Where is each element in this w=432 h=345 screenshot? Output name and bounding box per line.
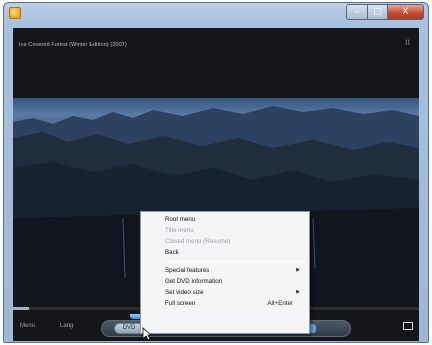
fullscreen-icon[interactable] <box>403 322 413 330</box>
context-menu: Root menu Title menu Closed menu (Resume… <box>140 211 310 334</box>
menu-item-full-screen[interactable]: Full screen Alt+Enter <box>143 298 307 309</box>
language-control-label[interactable]: Lang <box>60 323 73 329</box>
menu-item-label: Root menu <box>165 216 196 223</box>
submenu-arrow-icon: ▶ <box>296 289 300 295</box>
menu-item-shortcut: Alt+Enter <box>267 300 293 307</box>
maximize-button[interactable]: □ <box>368 4 388 20</box>
menu-item-label: Full screen <box>165 300 196 307</box>
app-icon[interactable] <box>9 7 21 19</box>
minimize-button[interactable]: – <box>346 4 368 20</box>
menu-item-label: Get DVD information <box>165 278 223 285</box>
menu-item-label: Special features <box>165 267 210 274</box>
menu-item-label: Closed menu (Resume) <box>165 238 231 245</box>
menu-item-back[interactable]: Back <box>143 247 307 258</box>
menu-item-label: Back <box>165 249 179 256</box>
menu-control-label[interactable]: Menu <box>20 323 35 329</box>
close-button[interactable]: X <box>388 4 424 20</box>
video-title: Ice Covered Forest (Winter Edition) (200… <box>19 42 127 48</box>
menu-item-label: Set video size <box>165 289 204 296</box>
submenu-arrow-icon: ▶ <box>296 267 300 273</box>
menu-item-closed-menu[interactable]: Closed menu (Resume) <box>143 236 307 247</box>
window-buttons: – □ X <box>346 4 424 21</box>
menu-item-label: Title menu <box>165 227 194 234</box>
mouse-pointer-icon <box>142 327 152 341</box>
menu-separator <box>165 261 305 262</box>
menu-item-root-menu[interactable]: Root menu <box>143 214 307 225</box>
menu-item-special-features[interactable]: Special features ▶ <box>143 265 307 276</box>
title-bar[interactable]: – □ X <box>4 3 428 25</box>
menu-item-title-menu[interactable]: Title menu <box>143 225 307 236</box>
player-menu-icon[interactable]: ⁝⁝ <box>405 38 413 48</box>
menu-item-get-dvd-information[interactable]: Get DVD information <box>143 276 307 287</box>
menu-item-set-video-size[interactable]: Set video size ▶ <box>143 287 307 298</box>
seek-progress <box>13 307 30 310</box>
